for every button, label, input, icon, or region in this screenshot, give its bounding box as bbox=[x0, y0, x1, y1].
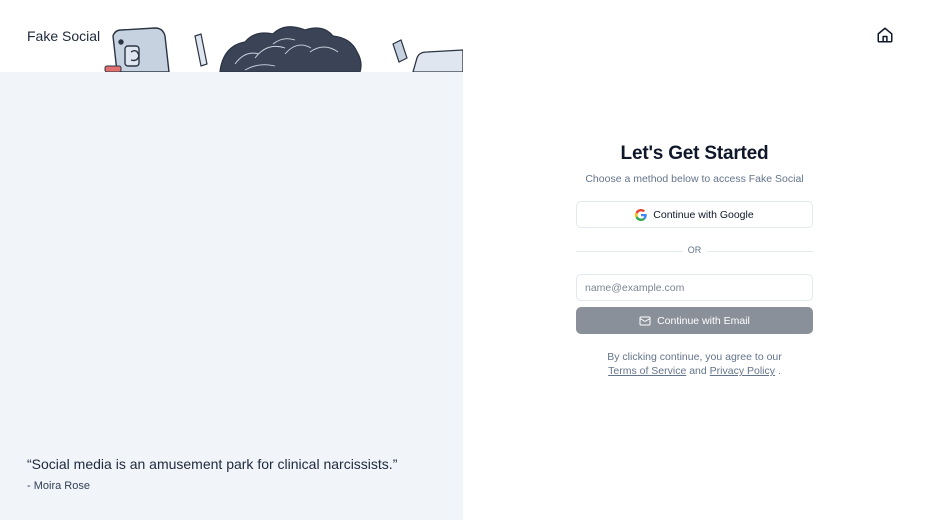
terms-prefix: By clicking continue, you agree to our bbox=[607, 351, 782, 363]
google-button-label: Continue with Google bbox=[653, 208, 754, 221]
header-illustration bbox=[104, 26, 463, 72]
left-panel: Fake Social “Social media is an amusemen… bbox=[0, 0, 463, 520]
terms-and: and bbox=[689, 365, 707, 377]
auth-form: Let's Get Started Choose a method below … bbox=[576, 143, 813, 378]
quote-author: - Moira Rose bbox=[27, 480, 90, 492]
mail-icon bbox=[639, 316, 651, 325]
email-button-label: Continue with Email bbox=[657, 314, 750, 327]
or-divider: OR bbox=[576, 245, 813, 257]
brand-name: Fake Social bbox=[27, 28, 101, 44]
page-title: Let's Get Started bbox=[620, 143, 769, 164]
divider-text: OR bbox=[681, 245, 708, 255]
page-subtitle: Choose a method below to access Fake Soc… bbox=[585, 173, 804, 185]
home-icon bbox=[877, 27, 893, 43]
privacy-policy-link[interactable]: Privacy Policy bbox=[710, 365, 775, 377]
continue-with-google-button[interactable]: Continue with Google bbox=[576, 201, 813, 228]
continue-with-email-button[interactable]: Continue with Email bbox=[576, 307, 813, 334]
google-icon bbox=[635, 208, 648, 221]
terms-notice: By clicking continue, you agree to our T… bbox=[576, 350, 813, 378]
quote-text: “Social media is an amusement park for c… bbox=[27, 456, 398, 472]
home-button[interactable] bbox=[874, 24, 896, 46]
email-input[interactable] bbox=[576, 274, 813, 301]
terms-of-service-link[interactable]: Terms of Service bbox=[608, 365, 686, 377]
terms-suffix: . bbox=[777, 365, 781, 377]
left-header: Fake Social bbox=[0, 0, 463, 72]
